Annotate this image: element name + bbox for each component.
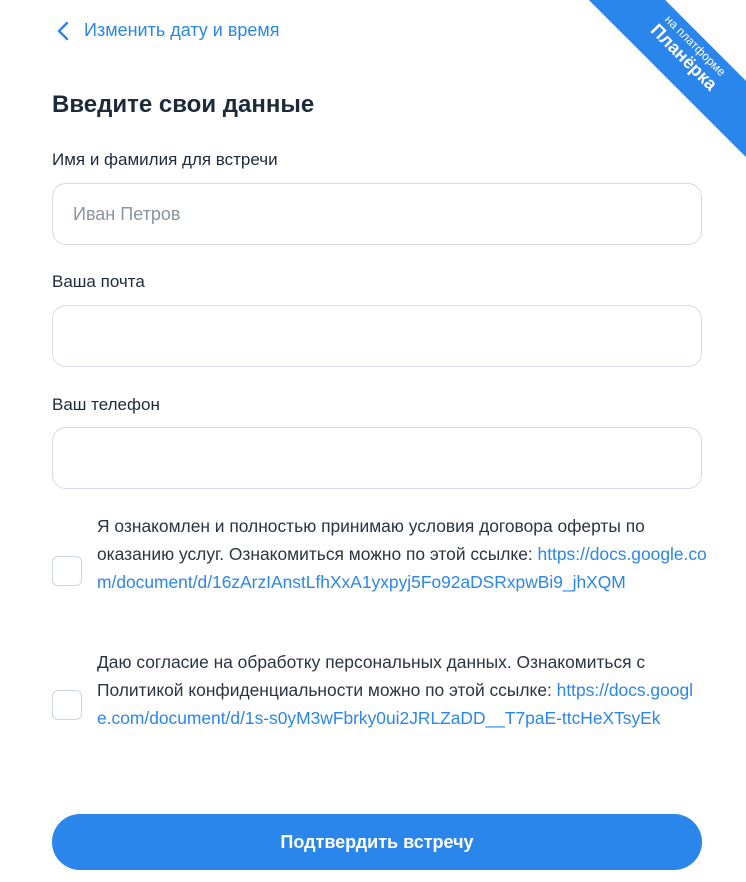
email-input[interactable] (52, 305, 702, 367)
back-link[interactable]: Изменить дату и время (56, 20, 280, 41)
privacy-consent-checkbox[interactable] (52, 690, 82, 720)
phone-field-label: Ваш телефон (52, 395, 160, 414)
confirm-meeting-button[interactable]: Подтвердить встречу (52, 814, 702, 870)
name-input[interactable] (52, 183, 702, 245)
offer-consent-text: Я ознакомлен и полностью принимаю услови… (97, 512, 707, 596)
back-link-label: Изменить дату и время (84, 20, 280, 40)
page-title: Введите свои данные (52, 91, 315, 118)
booking-form-page: на платформе Планёрка Изменить дату и вр… (0, 0, 746, 882)
privacy-consent-text: Даю согласие на обработку персональных д… (97, 648, 707, 732)
chevron-left-icon (57, 21, 69, 40)
platform-ribbon: на платформе Планёрка (576, 0, 746, 170)
platform-ribbon-banner[interactable]: на платформе Планёрка (580, 0, 746, 161)
email-field-label: Ваша почта (52, 272, 145, 291)
name-field-label: Имя и фамилия для встречи (52, 150, 278, 169)
ribbon-caption: на платформе (662, 12, 729, 79)
phone-input[interactable] (52, 427, 702, 489)
offer-consent-checkbox[interactable] (52, 556, 82, 586)
